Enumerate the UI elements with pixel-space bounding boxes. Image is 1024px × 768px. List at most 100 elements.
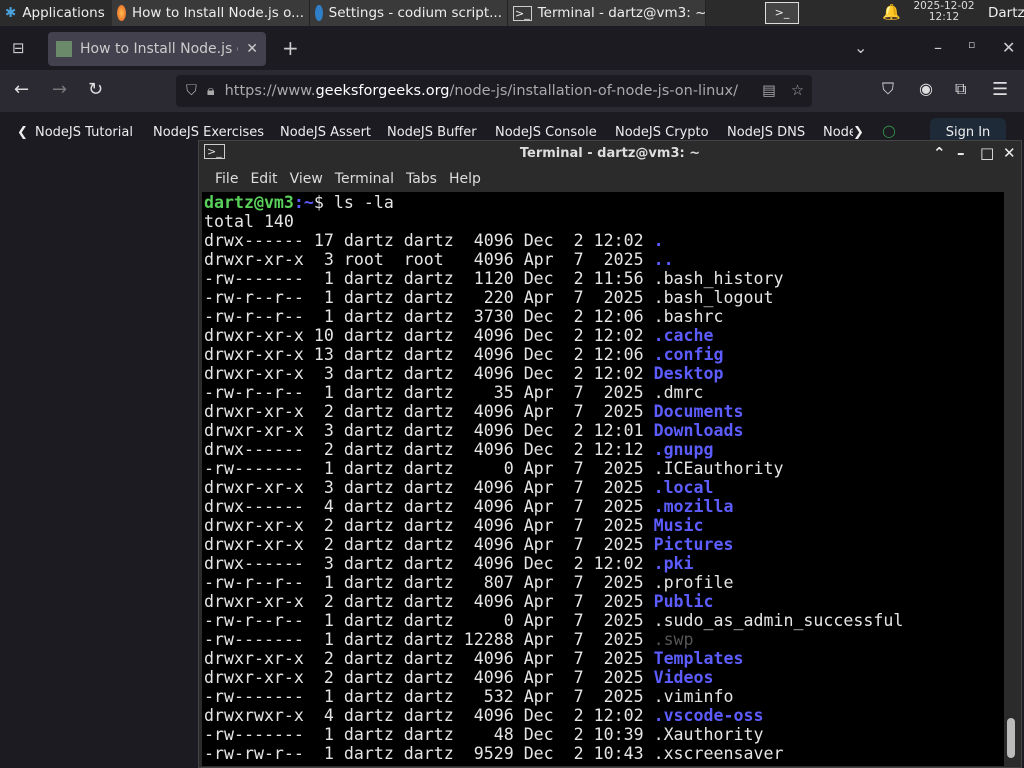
- url-text: https://www.geeksforgeeks.org/node-js/in…: [224, 83, 738, 99]
- taskbar: ✱ Applications How to Install Node.js o..…: [0, 0, 1024, 26]
- pocket-icon[interactable]: ⛉: [882, 79, 894, 99]
- file-meta: -rw-r--r-- 1 dartz dartz 3730 Dec 2 12:0…: [204, 307, 654, 326]
- scrollbar[interactable]: [1004, 192, 1018, 766]
- task-codium[interactable]: Settings - codium script...: [310, 0, 508, 26]
- nav-link[interactable]: NodeJS Exercises: [153, 125, 264, 140]
- maximize-button[interactable]: ▫: [968, 38, 975, 51]
- account-icon[interactable]: ◉: [919, 79, 933, 98]
- listing-row: drwx------ 17 dartz dartz 4096 Dec 2 12:…: [204, 231, 1005, 250]
- menu-terminal[interactable]: Terminal: [329, 171, 400, 187]
- minimize-button[interactable]: –: [934, 38, 942, 57]
- listing-row: drwxr-xr-x 2 dartz dartz 4096 Apr 7 2025…: [204, 592, 1005, 611]
- listing-row: drwxr-xr-x 2 dartz dartz 4096 Apr 7 2025…: [204, 535, 1005, 554]
- new-tab-button[interactable]: +: [282, 36, 299, 60]
- navigation-bar: ← → ↻ ⛉ 🔒︎ https://www.geeksforgeeks.org/…: [0, 70, 1024, 112]
- nav-link[interactable]: NodeJS Assert: [280, 125, 371, 140]
- file-name: Music: [653, 516, 704, 535]
- task-firefox[interactable]: How to Install Node.js o...: [112, 0, 310, 26]
- file-meta: drwxr-xr-x 2 dartz dartz 4096 Apr 7 2025: [204, 516, 654, 535]
- listing-row: drwxrwxr-x 4 dartz dartz 4096 Dec 2 12:0…: [204, 706, 1005, 725]
- listing-row: -rw------- 1 dartz dartz 1120 Dec 2 11:5…: [204, 269, 1005, 288]
- nav-link[interactable]: Node: [823, 125, 853, 140]
- close-tab-icon[interactable]: ✕: [246, 41, 258, 57]
- file-meta: drwxr-xr-x 3 dartz dartz 4096 Dec 2 12:0…: [204, 364, 654, 383]
- terminal-title-bar[interactable]: >_ Terminal - dartz@vm3: ~ ⌃ – □ ✕: [199, 141, 1021, 166]
- clock[interactable]: 2025-12-02 12:12: [908, 1, 980, 23]
- file-name: Pictures: [653, 535, 734, 554]
- listing-row: drwxr-xr-x 2 dartz dartz 4096 Apr 7 2025…: [204, 649, 1005, 668]
- reload-button[interactable]: ↻: [88, 79, 103, 100]
- scroll-right-chevron-icon[interactable]: ❯: [853, 125, 864, 140]
- file-name: Public: [653, 592, 714, 611]
- file-name: .ICEauthority: [653, 459, 784, 478]
- listing-row: -rw-r--r-- 1 dartz dartz 0 Apr 7 2025 .s…: [204, 611, 1005, 630]
- listing-row: drwx------ 2 dartz dartz 4096 Dec 2 12:1…: [204, 440, 1005, 459]
- browser-tab-strip: ⊟ How to Install Node.js or ✕ + ⌄ – ▫ ✕: [0, 26, 1024, 70]
- scroll-left-chevron-icon[interactable]: ❮: [17, 125, 28, 140]
- url-bar[interactable]: ⛉ 🔒︎ https://www.geeksforgeeks.org/node-j…: [176, 75, 812, 107]
- file-meta: drwxr-xr-x 3 dartz dartz 4096 Dec 2 12:0…: [204, 421, 654, 440]
- close-window-button[interactable]: ✕: [1002, 38, 1015, 57]
- user-menu[interactable]: Dartz: [988, 5, 1024, 21]
- listing-row: -rw-r--r-- 1 dartz dartz 35 Apr 7 2025 .…: [204, 383, 1005, 402]
- file-name: .bash_history: [653, 269, 784, 288]
- listing-row: -rw------- 1 dartz dartz 0 Apr 7 2025 .I…: [204, 459, 1005, 478]
- menu-view[interactable]: View: [284, 171, 329, 187]
- menu-icon[interactable]: ☰: [992, 79, 1008, 100]
- file-name: .bash_logout: [653, 288, 774, 307]
- listing-row: -rw-r--r-- 1 dartz dartz 220 Apr 7 2025 …: [204, 288, 1005, 307]
- file-name: .mozilla: [653, 497, 734, 516]
- terminal-output[interactable]: dartz@vm3:~$ ls -la total 140 drwx------ 1…: [202, 192, 1005, 766]
- file-name: .config: [653, 345, 724, 364]
- file-name: .pki: [653, 554, 694, 573]
- listing-row: -rw-r--r-- 1 dartz dartz 3730 Dec 2 12:0…: [204, 307, 1005, 326]
- listing-row: drwxr-xr-x 3 dartz dartz 4096 Dec 2 12:0…: [204, 421, 1005, 440]
- menu-file[interactable]: File: [209, 171, 244, 187]
- nav-link[interactable]: NodeJS Buffer: [387, 125, 477, 140]
- close-button[interactable]: ✕: [1003, 144, 1016, 162]
- listing-row: -rw------- 1 dartz dartz 12288 Apr 7 202…: [204, 630, 1005, 649]
- tab-geeksforgeeks[interactable]: How to Install Node.js or ✕: [48, 32, 266, 66]
- workspace-switcher[interactable]: >_: [765, 2, 799, 24]
- task-terminal[interactable]: >_ Terminal - dartz@vm3: ~: [508, 0, 706, 26]
- listing-row: -rw-rw-r-- 1 dartz dartz 9529 Dec 2 10:4…: [204, 744, 1005, 763]
- notification-bell-icon[interactable]: 🔔: [882, 3, 901, 21]
- listing-row: drwx------ 3 dartz dartz 4096 Dec 2 12:0…: [204, 554, 1005, 573]
- applications-menu[interactable]: ✱ Applications: [0, 0, 112, 26]
- extensions-icon[interactable]: ⧉: [955, 79, 966, 99]
- menu-help[interactable]: Help: [443, 171, 487, 187]
- forward-button[interactable]: →: [52, 79, 67, 100]
- menu-tabs[interactable]: Tabs: [400, 171, 443, 187]
- file-meta: -rw-r--r-- 1 dartz dartz 807 Apr 7 2025: [204, 573, 654, 592]
- listing-row: drwxr-xr-x 2 dartz dartz 4096 Apr 7 2025…: [204, 516, 1005, 535]
- file-meta: drwxr-xr-x 3 root root 4096 Apr 7 2025: [204, 250, 654, 269]
- back-button[interactable]: ←: [14, 79, 29, 100]
- tab-overflow-chevron-icon[interactable]: ⌄: [854, 38, 867, 57]
- reader-view-icon[interactable]: ▤: [762, 83, 776, 99]
- nav-link[interactable]: NodeJS Console: [495, 125, 597, 140]
- listing-row: -rw------- 1 dartz dartz 48 Dec 2 10:39 …: [204, 725, 1005, 744]
- listing-row: -rw------- 1 dartz dartz 532 Apr 7 2025 …: [204, 687, 1005, 706]
- search-icon[interactable]: ○: [882, 121, 896, 140]
- file-name: Videos: [653, 668, 714, 687]
- bookmark-star-icon[interactable]: ☆: [791, 83, 804, 99]
- nav-link[interactable]: NodeJS Crypto: [615, 125, 709, 140]
- minimize-button[interactable]: –: [957, 144, 965, 162]
- listing: drwx------ 17 dartz dartz 4096 Dec 2 12:…: [204, 231, 1005, 763]
- file-meta: drwxr-xr-x 2 dartz dartz 4096 Apr 7 2025: [204, 535, 654, 554]
- file-name: .sudo_as_admin_successful: [653, 611, 904, 630]
- file-meta: drwxr-xr-x 3 dartz dartz 4096 Apr 7 2025: [204, 478, 654, 497]
- tab-list-icon[interactable]: ⊟: [12, 39, 25, 57]
- nav-link[interactable]: NodeJS DNS: [727, 125, 805, 140]
- scrollbar-thumb[interactable]: [1007, 718, 1015, 758]
- nav-link[interactable]: NodeJS Tutorial: [35, 125, 133, 140]
- maximize-button[interactable]: □: [980, 144, 994, 162]
- file-name: ..: [653, 250, 674, 269]
- terminal-window: >_ Terminal - dartz@vm3: ~ ⌃ – □ ✕ File …: [198, 140, 1022, 768]
- menu-edit[interactable]: Edit: [244, 171, 283, 187]
- shade-button[interactable]: ⌃: [933, 144, 946, 162]
- file-meta: drwx------ 4 dartz dartz 4096 Apr 7 2025: [204, 497, 654, 516]
- file-meta: drwx------ 17 dartz dartz 4096 Dec 2 12:…: [204, 231, 654, 250]
- gfg-favicon: [56, 41, 72, 57]
- file-meta: drwxr-xr-x 2 dartz dartz 4096 Apr 7 2025: [204, 649, 654, 668]
